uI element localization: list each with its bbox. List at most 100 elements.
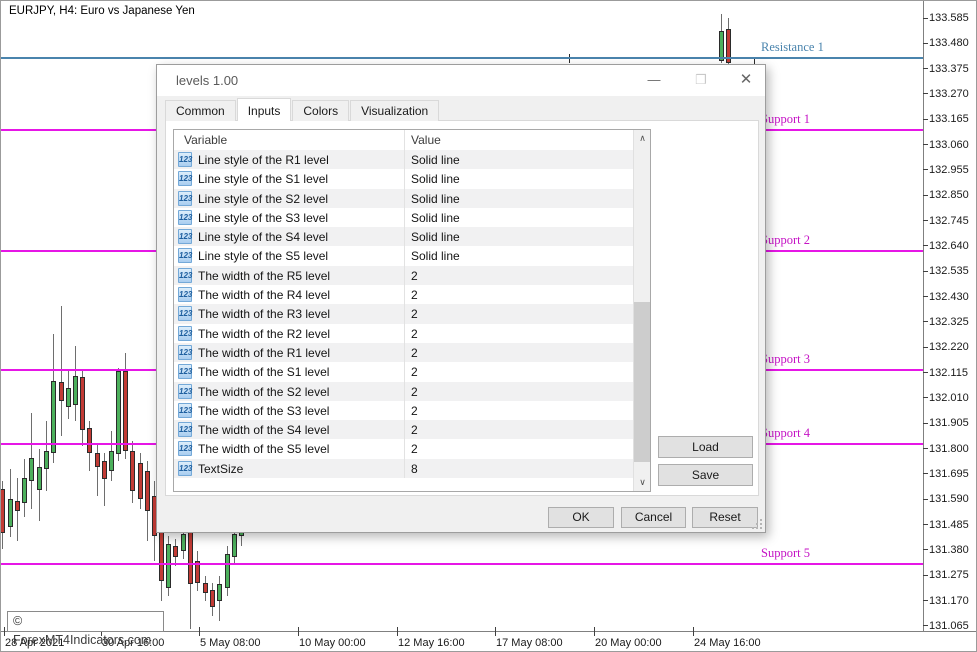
candlestick <box>59 306 64 436</box>
candlestick <box>116 368 121 461</box>
price-tick <box>923 195 928 196</box>
variable-value[interactable]: 8 <box>411 462 418 476</box>
scroll-down-icon[interactable]: ∨ <box>634 474 651 491</box>
price-axis-label: 131.380 <box>929 544 977 556</box>
variable-value[interactable]: 2 <box>411 365 418 379</box>
resize-grip[interactable] <box>753 520 762 529</box>
variable-value[interactable]: 2 <box>411 346 418 360</box>
variable-name: Line style of the S2 level <box>198 192 328 206</box>
price-axis-label: 133.375 <box>929 63 977 75</box>
candlestick <box>145 461 150 541</box>
candle-body <box>232 534 237 557</box>
tab-colors[interactable]: Colors <box>292 100 349 121</box>
variable-value[interactable]: 2 <box>411 404 418 418</box>
variable-name: The width of the S2 level <box>198 385 329 399</box>
minimize-icon[interactable]: — <box>637 65 671 95</box>
price-axis-label: 132.325 <box>929 316 977 328</box>
support-label: Support 1 <box>761 112 810 127</box>
price-tick <box>923 169 928 170</box>
ok-button[interactable]: OK <box>548 507 614 528</box>
variable-name: The width of the S1 level <box>198 365 329 379</box>
price-axis-label: 132.115 <box>929 367 977 379</box>
support-label: Support 2 <box>761 233 810 248</box>
scroll-up-icon[interactable]: ∧ <box>634 130 651 147</box>
price-tick <box>923 347 928 348</box>
variable-name: The width of the R3 level <box>198 307 330 321</box>
candle-body <box>102 461 107 479</box>
variable-name: The width of the R1 level <box>198 346 330 360</box>
candlestick <box>188 519 193 629</box>
price-tick <box>923 245 928 246</box>
variable-value[interactable]: Solid line <box>411 249 460 263</box>
cancel-button[interactable]: Cancel <box>621 507 686 528</box>
variable-value[interactable]: 2 <box>411 442 418 456</box>
variable-value[interactable]: Solid line <box>411 230 460 244</box>
candlestick <box>109 431 114 481</box>
indicator-settings-dialog: levels 1.00 — ❒ ✕ CommonInputsColorsVisu… <box>156 64 766 533</box>
maximize-icon[interactable]: ❒ <box>684 65 718 95</box>
candle-body <box>87 428 92 453</box>
variable-value[interactable]: Solid line <box>411 153 460 167</box>
candle-body <box>225 554 230 588</box>
time-tick <box>594 627 595 636</box>
dialog-titlebar[interactable]: levels 1.00 — ❒ ✕ <box>157 65 765 96</box>
variable-value[interactable]: 2 <box>411 327 418 341</box>
variable-value[interactable]: 2 <box>411 288 418 302</box>
column-header-value: Value <box>411 133 441 147</box>
price-axis-label: 131.800 <box>929 443 977 455</box>
candlestick <box>195 551 200 591</box>
candle-body <box>130 451 135 491</box>
column-header-variable: Variable <box>184 133 227 147</box>
variable-value[interactable]: Solid line <box>411 211 460 225</box>
variable-name: The width of the S4 level <box>198 423 329 437</box>
time-tick <box>298 627 299 636</box>
price-axis-label: 131.065 <box>929 620 977 632</box>
tab-inputs[interactable]: Inputs <box>237 98 292 121</box>
variable-value[interactable]: 2 <box>411 423 418 437</box>
tab-visualization[interactable]: Visualization <box>350 100 439 121</box>
variable-name: TextSize <box>198 462 243 476</box>
price-axis-label: 133.480 <box>929 37 977 49</box>
candle-body <box>159 528 164 581</box>
watermark: © ForexMT4Indicators.com <box>7 611 164 632</box>
table-scrollbar[interactable]: ∧ ∨ <box>633 130 650 491</box>
variable-value[interactable]: Solid line <box>411 172 460 186</box>
candle-body <box>66 388 71 407</box>
price-tick <box>923 397 928 398</box>
time-axis-label: 12 May 16:00 <box>398 637 465 649</box>
variable-name: Line style of the S4 level <box>198 230 328 244</box>
candle-body <box>181 534 186 551</box>
candle-body <box>95 453 100 467</box>
price-axis-label: 132.010 <box>929 392 977 404</box>
variable-name: Line style of the S5 level <box>198 249 328 263</box>
price-axis-label: 132.850 <box>929 189 977 201</box>
variable-value[interactable]: Solid line <box>411 192 460 206</box>
load-button[interactable]: Load <box>658 436 753 458</box>
variable-name: The width of the R5 level <box>198 269 330 283</box>
numeric-param-icon: 123 <box>178 229 192 244</box>
variable-value[interactable]: 2 <box>411 269 418 283</box>
price-tick <box>923 18 928 19</box>
inputs-tab-panel: Variable Value 123 Line style of the R1 l… <box>165 120 759 496</box>
variable-value[interactable]: 2 <box>411 385 418 399</box>
candle-body <box>37 467 42 490</box>
price-axis-label: 131.590 <box>929 493 977 505</box>
tab-common[interactable]: Common <box>165 100 236 121</box>
time-axis-label: 10 May 00:00 <box>299 637 366 649</box>
candlestick <box>210 583 215 616</box>
price-axis-label: 132.745 <box>929 215 977 227</box>
save-button[interactable]: Save <box>658 464 753 486</box>
price-axis-label: 133.585 <box>929 12 977 24</box>
numeric-param-icon: 123 <box>178 171 192 186</box>
candle-body <box>44 451 49 469</box>
price-tick <box>923 296 928 297</box>
candle-body <box>188 524 193 584</box>
time-axis-label: 17 May 08:00 <box>496 637 563 649</box>
reset-button[interactable]: Reset <box>692 507 758 528</box>
candlestick <box>719 14 724 63</box>
variable-name: Line style of the R1 level <box>198 153 329 167</box>
variable-value[interactable]: 2 <box>411 307 418 321</box>
close-icon[interactable]: ✕ <box>729 65 763 95</box>
scrollbar-thumb[interactable] <box>634 302 651 462</box>
numeric-param-icon: 123 <box>178 306 192 321</box>
